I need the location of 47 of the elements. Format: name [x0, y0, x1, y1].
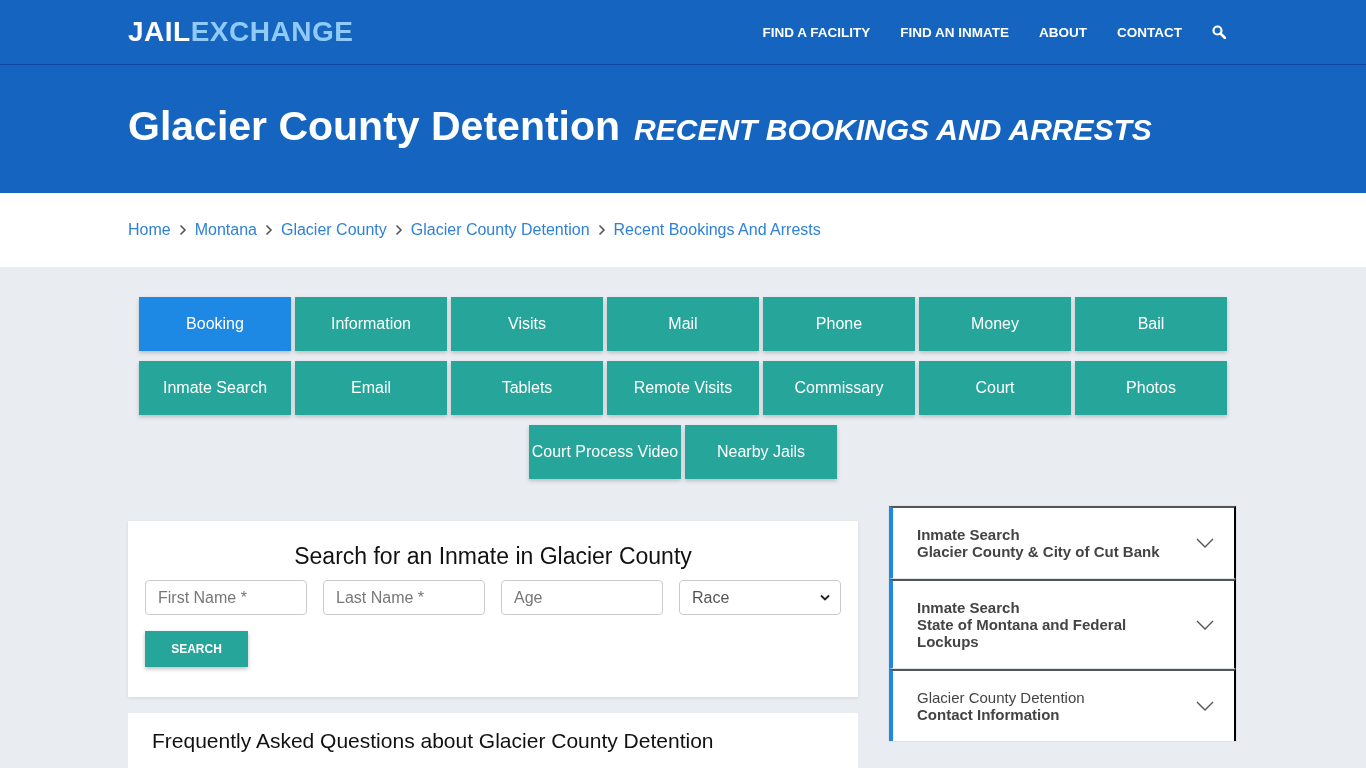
chevron-right-icon — [178, 224, 187, 236]
nav-tab[interactable]: Court — [919, 361, 1071, 415]
nav-tab[interactable]: Phone — [763, 297, 915, 351]
accordion-item[interactable]: Glacier County Detention Contact Information — [889, 669, 1236, 741]
nav-tab[interactable]: Commissary — [763, 361, 915, 415]
search-icon[interactable] — [1212, 25, 1226, 39]
nav-tab[interactable]: Mail — [607, 297, 759, 351]
chevron-right-icon — [394, 224, 403, 236]
nav-tab[interactable]: Email — [295, 361, 447, 415]
input-field[interactable]: First Name * — [145, 580, 307, 615]
page-title: Glacier County Detention — [128, 103, 621, 150]
chevron-down-icon — [1196, 538, 1214, 548]
accordion-item[interactable]: Inmate Search Glacier County & City of Cut Bank — [889, 506, 1236, 579]
nav-link[interactable]: CONTACT — [1117, 24, 1182, 40]
search-button[interactable]: SEARCH — [145, 631, 248, 667]
breadcrumb-link[interactable]: Glacier County Detention — [410, 221, 590, 239]
caret-icon — [820, 594, 830, 601]
nav-tab[interactable]: Bail — [1075, 297, 1227, 351]
nav-link[interactable]: ABOUT — [1039, 24, 1087, 40]
nav-tab[interactable]: Booking — [139, 297, 291, 351]
faq-title: Frequently Asked Questions about Glacier County Detention — [152, 729, 715, 753]
breadcrumb-link[interactable]: Recent Bookings And Arrests — [613, 221, 821, 239]
nav-tab[interactable]: Photos — [1075, 361, 1227, 415]
page-subtitle: RECENT BOOKINGS AND ARRESTS — [634, 113, 1152, 147]
nav-tab[interactable]: Inmate Search — [139, 361, 291, 415]
search-title: Search for an Inmate in Glacier County — [293, 543, 693, 570]
input-field[interactable]: Last Name * — [323, 580, 485, 615]
race-dropdown[interactable]: Race — [679, 580, 841, 615]
nav-tab[interactable]: Information — [295, 297, 447, 351]
nav-tab[interactable]: Money — [919, 297, 1071, 351]
site-logo[interactable]: JAILEXCHANGE — [128, 16, 354, 48]
input-field[interactable]: Age — [501, 580, 663, 615]
chevron-right-icon — [264, 224, 273, 236]
chevron-right-icon — [597, 224, 606, 236]
breadcrumb-link[interactable]: Montana — [194, 221, 257, 239]
nav-tab[interactable]: Tablets — [451, 361, 603, 415]
nav-tab[interactable]: Remote Visits — [607, 361, 759, 415]
nav-link[interactable]: FIND A FACILITY — [762, 24, 871, 40]
accordion-item[interactable]: Inmate Search State of Montana and Federal Lockups — [889, 579, 1236, 669]
nav-link[interactable]: FIND AN INMATE — [900, 24, 1009, 40]
nav-tab[interactable]: Visits — [451, 297, 603, 351]
nav-tab[interactable]: Nearby Jails — [685, 425, 837, 479]
breadcrumb-link[interactable]: Glacier County — [280, 221, 387, 239]
nav-tab[interactable]: Court Process Video — [529, 425, 681, 479]
breadcrumb-link[interactable]: Home — [128, 221, 171, 239]
chevron-down-icon — [1196, 619, 1214, 630]
chevron-down-icon — [1196, 701, 1214, 711]
